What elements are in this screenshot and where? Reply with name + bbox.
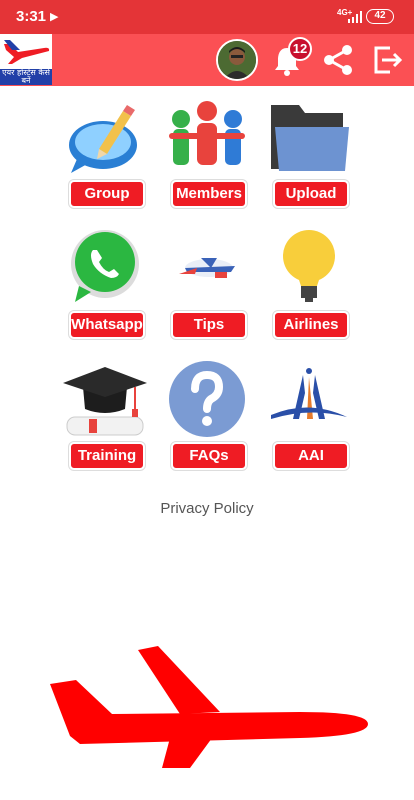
faqs-button[interactable]: FAQs — [171, 442, 247, 470]
notification-count-badge: 12 — [288, 37, 312, 61]
pencil-chat-icon — [69, 105, 137, 173]
tile-training[interactable]: Training — [59, 359, 151, 470]
status-time: 3:31 — [16, 8, 47, 25]
avatar[interactable] — [216, 39, 258, 81]
battery-indicator: 42 — [366, 9, 394, 24]
aai-logo-icon — [271, 368, 347, 419]
tile-upload[interactable]: Upload — [263, 97, 355, 208]
tile-group[interactable]: Group — [59, 97, 151, 208]
status-bar: 3:31 ▶ 4G+ 42 — [0, 0, 414, 34]
whatsapp-icon — [71, 230, 139, 302]
lightbulb-icon — [283, 230, 335, 302]
app-logo[interactable]: एयर होस्टेस कैसे बनें — [0, 34, 52, 85]
tile-tips[interactable]: Tips — [161, 228, 253, 339]
tile-whatsapp[interactable]: Whatsapp — [59, 228, 151, 339]
whatsapp-button[interactable]: Whatsapp — [69, 311, 145, 339]
training-button[interactable]: Training — [69, 442, 145, 470]
logout-icon[interactable] — [370, 42, 406, 78]
privacy-policy-link[interactable]: Privacy Policy — [0, 500, 414, 517]
upload-button[interactable]: Upload — [273, 180, 349, 208]
tile-aai[interactable]: AAI — [263, 359, 355, 470]
aai-button[interactable]: AAI — [273, 442, 349, 470]
tips-button[interactable]: Tips — [171, 311, 247, 339]
signal-icon — [348, 11, 362, 23]
logo-text: एयर होस्टेस कैसे बनें — [0, 69, 52, 85]
group-button[interactable]: Group — [69, 180, 145, 208]
airplane-decoration-icon — [50, 646, 368, 768]
tile-faqs[interactable]: FAQs — [161, 359, 253, 470]
plane-tips-icon — [179, 258, 235, 278]
app-bar: एयर होस्टेस कैसे बनें 12 — [0, 34, 414, 86]
members-icon — [169, 101, 245, 165]
folder-icon — [271, 105, 349, 171]
airplane-logo-icon — [4, 40, 50, 64]
question-icon — [169, 361, 245, 437]
play-store-icon: ▶ — [50, 11, 59, 23]
tile-airlines[interactable]: Airlines — [263, 228, 355, 339]
share-icon[interactable] — [320, 42, 356, 78]
members-button[interactable]: Members — [171, 180, 247, 208]
user-photo-icon — [218, 41, 256, 79]
airlines-button[interactable]: Airlines — [273, 311, 349, 339]
tile-members[interactable]: Members — [161, 97, 253, 208]
graduation-cap-icon — [63, 367, 147, 436]
